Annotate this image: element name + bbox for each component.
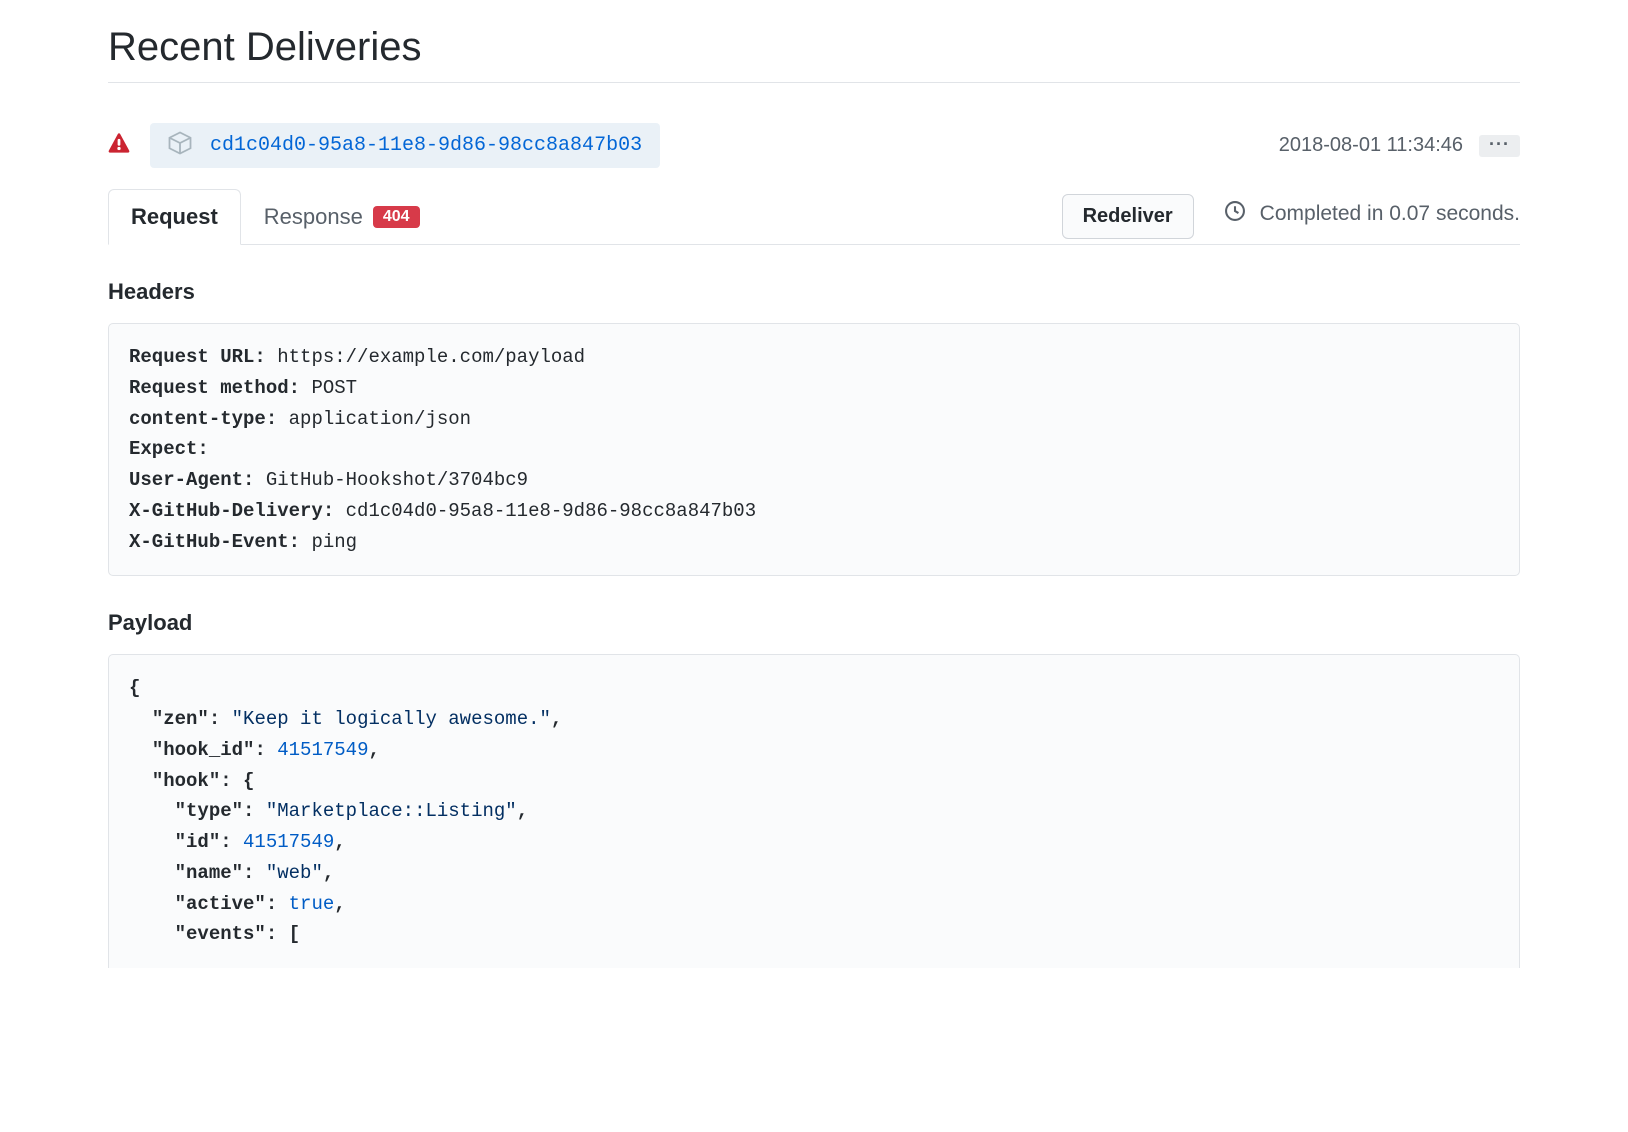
- headers-title: Headers: [108, 279, 1520, 305]
- payload-block: { "zen": "Keep it logically awesome.", "…: [108, 654, 1520, 968]
- payload-title: Payload: [108, 610, 1520, 636]
- tab-bar: Request Response 404 Redeliver Completed…: [108, 188, 1520, 245]
- tab-request[interactable]: Request: [108, 189, 241, 245]
- headers-block: Request URL: https://example.com/payload…: [108, 323, 1520, 576]
- delivery-summary: cd1c04d0-95a8-11e8-9d86-98cc8a847b03 201…: [108, 98, 1520, 188]
- status-badge: 404: [373, 206, 420, 228]
- tab-label: Response: [264, 204, 363, 230]
- clock-icon: [1224, 200, 1246, 228]
- redeliver-button[interactable]: Redeliver: [1062, 194, 1194, 239]
- delivery-guid: cd1c04d0-95a8-11e8-9d86-98cc8a847b03: [210, 134, 642, 157]
- completion-text: Completed in 0.07 seconds.: [1260, 202, 1520, 226]
- delivery-pill[interactable]: cd1c04d0-95a8-11e8-9d86-98cc8a847b03: [150, 123, 660, 168]
- delivery-timestamp: 2018-08-01 11:34:46: [1279, 134, 1463, 157]
- completion-info: Completed in 0.07 seconds.: [1224, 200, 1520, 232]
- page-title: Recent Deliveries: [108, 25, 1520, 83]
- more-actions-button[interactable]: ···: [1479, 135, 1520, 157]
- package-icon: [168, 131, 192, 160]
- tab-label: Request: [131, 204, 218, 230]
- alert-triangle-icon: [108, 132, 130, 159]
- tab-response[interactable]: Response 404: [241, 189, 443, 245]
